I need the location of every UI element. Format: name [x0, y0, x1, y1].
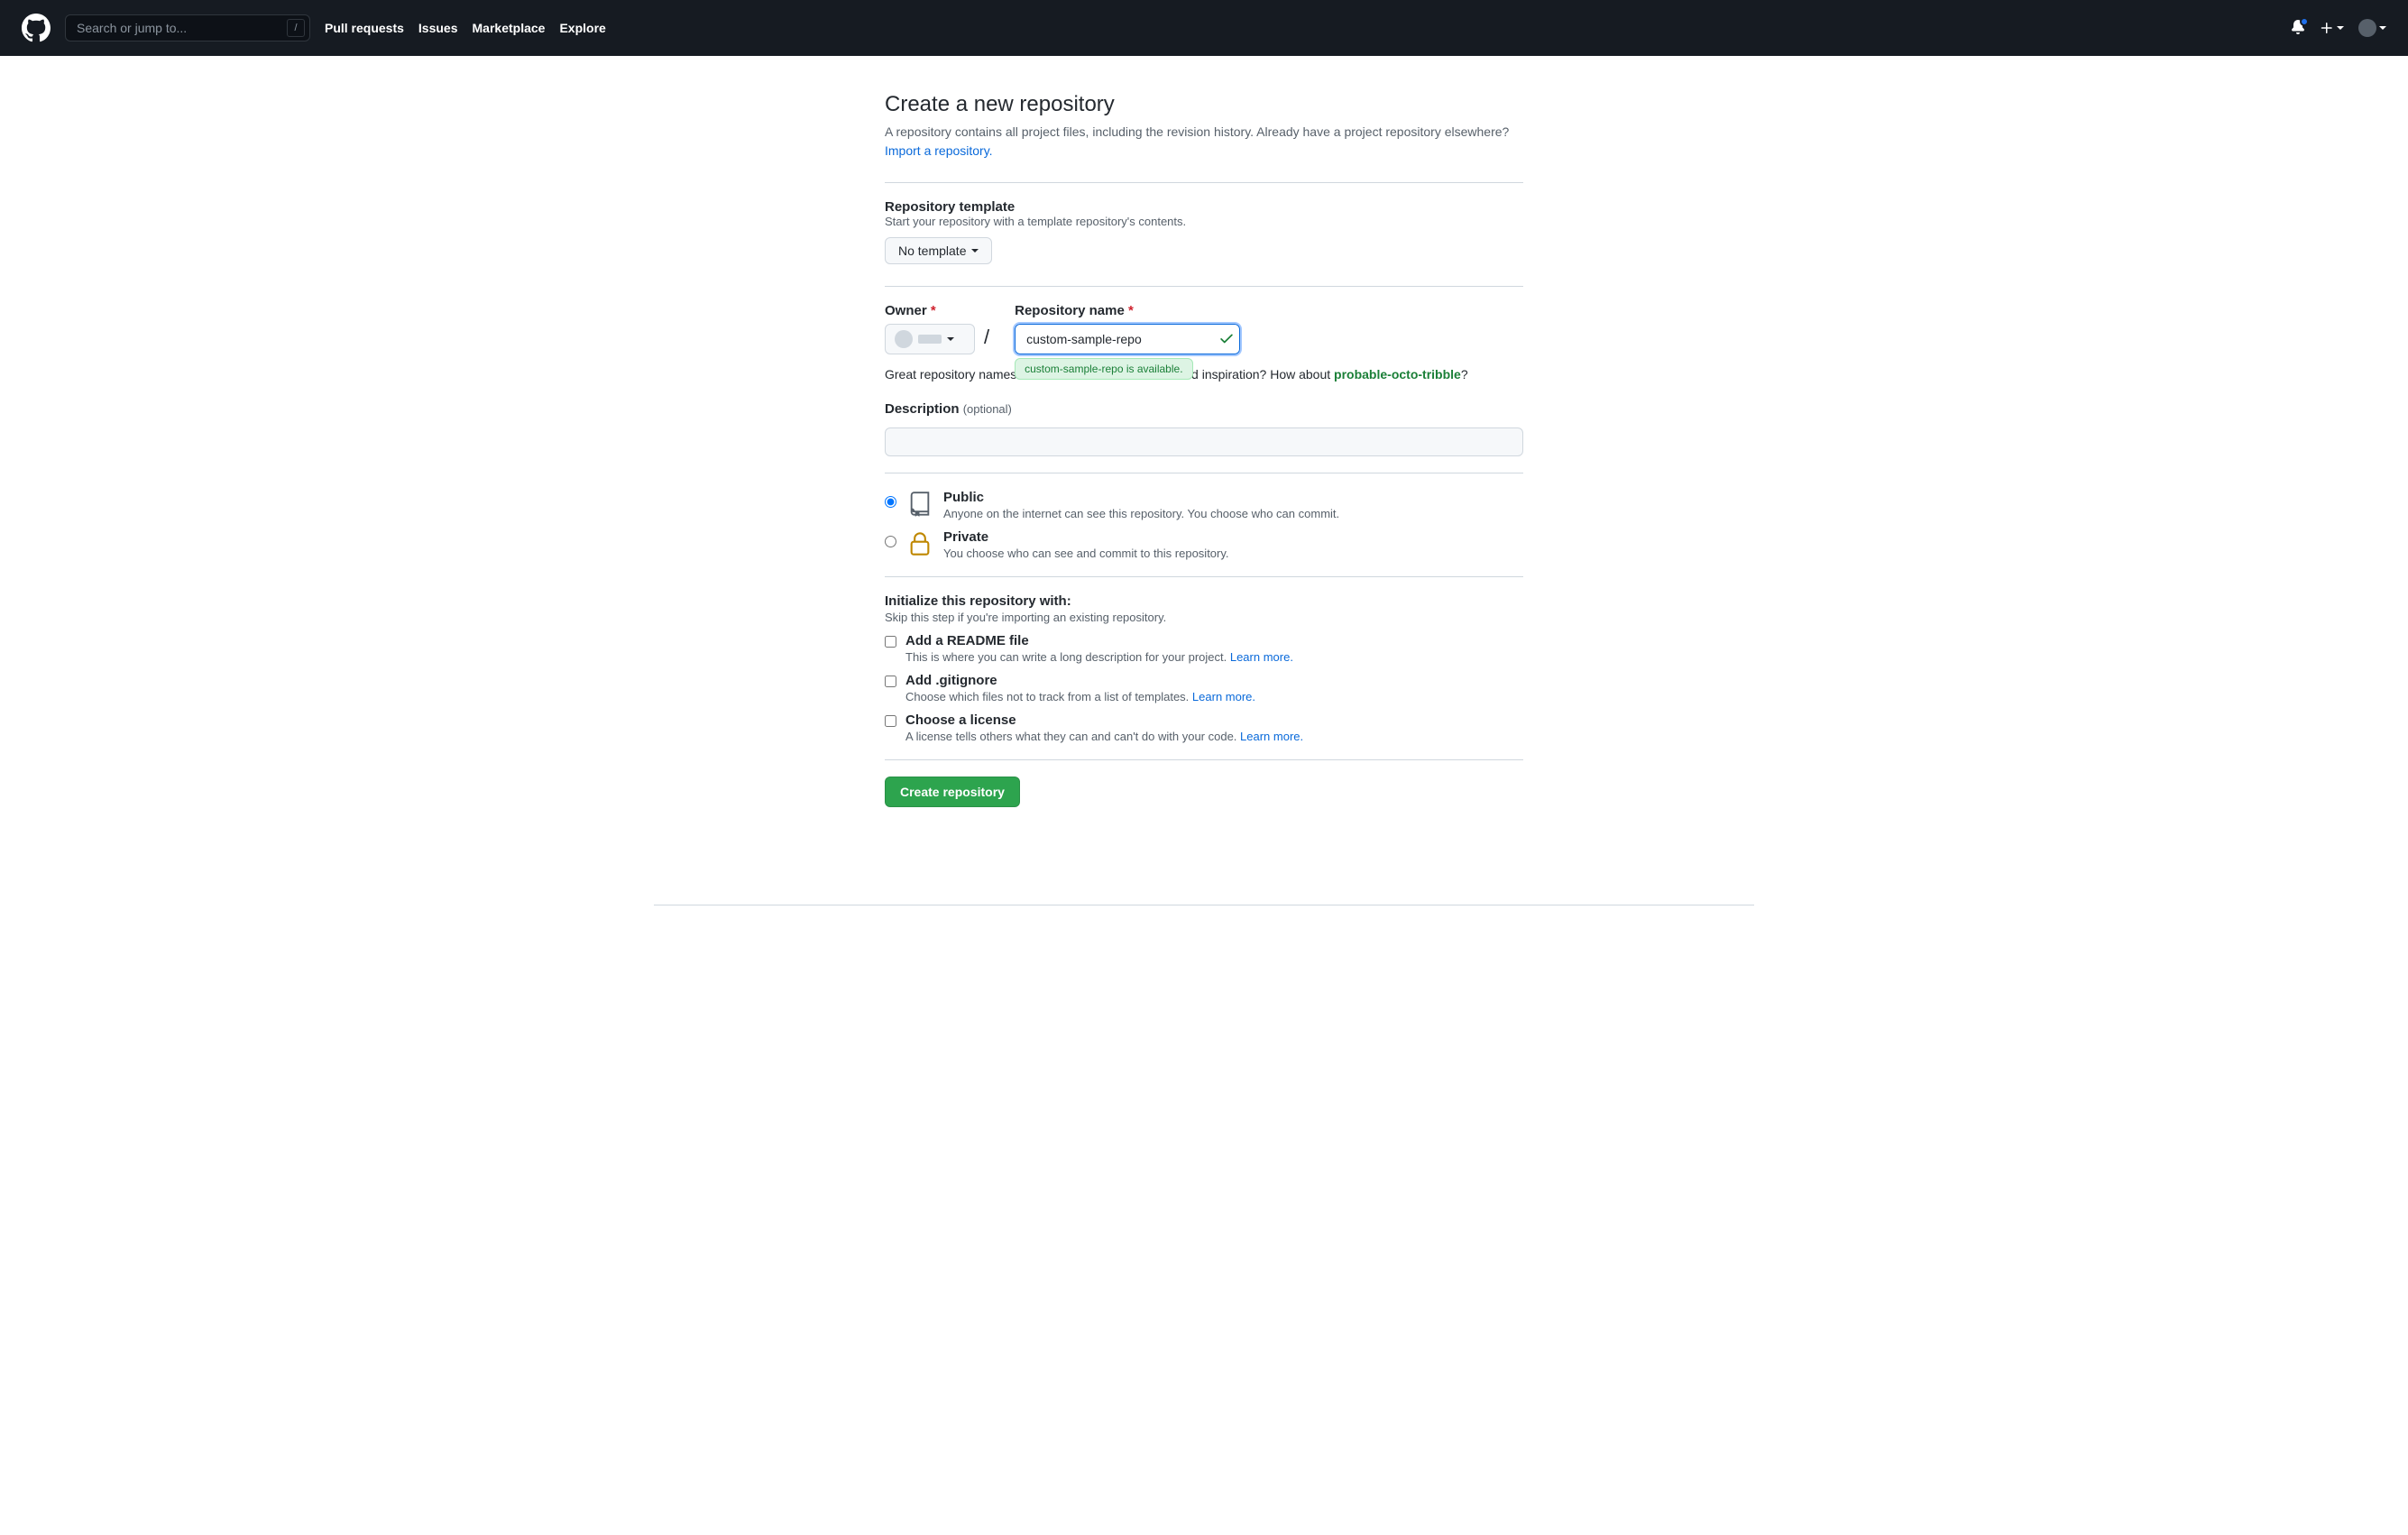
page-subtitle-text: A repository contains all project files,…	[885, 124, 1509, 139]
notifications-button[interactable]	[2291, 20, 2305, 37]
page-subtitle: A repository contains all project files,…	[885, 123, 1523, 161]
repo-name-label: Repository name *	[1015, 303, 1240, 318]
visibility-public-desc: Anyone on the internet can see this repo…	[943, 507, 1339, 520]
visibility-private-radio[interactable]	[885, 536, 896, 547]
init-gitignore-row: Add .gitignore Choose which files not to…	[885, 673, 1523, 703]
init-section-skip: Skip this step if you're importing an ex…	[885, 611, 1523, 624]
main-content: Create a new repository A repository con…	[870, 56, 1538, 861]
visibility-public-radio[interactable]	[885, 496, 896, 508]
divider	[885, 182, 1523, 183]
required-star: *	[1128, 303, 1134, 318]
check-icon	[1218, 330, 1235, 346]
template-section-title: Repository template	[885, 199, 1523, 215]
init-license-learn-more[interactable]: Learn more.	[1240, 730, 1303, 743]
description-label: Description (optional)	[885, 401, 1523, 417]
search-box: /	[65, 14, 310, 41]
caret-down-icon	[2379, 26, 2386, 30]
description-field: Description (optional)	[885, 401, 1523, 456]
description-input[interactable]	[885, 427, 1523, 456]
caret-down-icon	[971, 249, 979, 253]
notification-indicator-dot	[2300, 17, 2309, 26]
owner-name-row: Owner * / Repository name *	[885, 303, 1523, 354]
divider	[885, 576, 1523, 577]
github-logo-icon[interactable]	[22, 14, 51, 42]
required-star: *	[931, 303, 936, 318]
create-repository-button[interactable]: Create repository	[885, 777, 1020, 807]
init-readme-checkbox[interactable]	[885, 636, 896, 648]
init-license-title: Choose a license	[905, 712, 1303, 728]
init-license-desc: A license tells others what they can and…	[905, 730, 1303, 743]
user-avatar	[2358, 19, 2376, 37]
init-gitignore-desc: Choose which files not to track from a l…	[905, 690, 1255, 703]
inspiration-q: ?	[1461, 367, 1468, 381]
init-gitignore-title: Add .gitignore	[905, 673, 1255, 688]
header-right	[2291, 19, 2386, 37]
init-readme-title: Add a README file	[905, 633, 1293, 648]
init-readme-learn-more[interactable]: Learn more.	[1230, 650, 1293, 664]
user-menu[interactable]	[2358, 19, 2386, 37]
nav-pull-requests[interactable]: Pull requests	[325, 21, 404, 35]
page-title: Create a new repository	[885, 92, 1523, 117]
init-license-checkbox[interactable]	[885, 715, 896, 727]
template-select-button[interactable]: No template	[885, 237, 992, 264]
template-select-label: No template	[898, 244, 966, 258]
init-readme-desc: This is where you can write a long descr…	[905, 650, 1293, 664]
description-label-text: Description	[885, 401, 960, 417]
visibility-public-title: Public	[943, 490, 1339, 505]
owner-select-button[interactable]	[885, 324, 975, 354]
divider	[885, 759, 1523, 760]
lock-icon	[907, 531, 933, 556]
init-readme-row: Add a README file This is where you can …	[885, 633, 1523, 664]
primary-nav: Pull requests Issues Marketplace Explore	[325, 21, 606, 35]
caret-down-icon	[2337, 26, 2344, 30]
import-repository-link[interactable]: Import a repository.	[885, 143, 993, 158]
init-gitignore-learn-more[interactable]: Learn more.	[1192, 690, 1255, 703]
repo-name-field: Repository name * custom-sample-repo is …	[1015, 303, 1240, 354]
visibility-private-row: Private You choose who can see and commi…	[885, 529, 1523, 560]
nav-explore[interactable]: Explore	[559, 21, 605, 35]
owner-name-separator: /	[984, 326, 989, 354]
owner-avatar-placeholder	[895, 330, 913, 348]
visibility-private-desc: You choose who can see and commit to thi…	[943, 547, 1229, 560]
visibility-public-row: Public Anyone on the internet can see th…	[885, 490, 1523, 520]
init-section-title: Initialize this repository with:	[885, 593, 1523, 609]
nav-marketplace[interactable]: Marketplace	[473, 21, 546, 35]
visibility-private-title: Private	[943, 529, 1229, 545]
repo-name-input[interactable]	[1015, 324, 1240, 354]
create-new-menu[interactable]	[2320, 21, 2344, 35]
plus-icon	[2320, 21, 2334, 35]
owner-label: Owner *	[885, 303, 989, 318]
divider	[885, 286, 1523, 287]
description-optional: (optional)	[963, 402, 1012, 416]
owner-field: Owner * /	[885, 303, 989, 354]
init-gitignore-checkbox[interactable]	[885, 676, 896, 687]
owner-name-placeholder	[918, 335, 942, 344]
inspiration-suggestion[interactable]: probable-octo-tribble	[1334, 367, 1461, 381]
init-license-row: Choose a license A license tells others …	[885, 712, 1523, 743]
search-shortcut-key: /	[287, 19, 305, 37]
availability-tooltip: custom-sample-repo is available.	[1015, 358, 1192, 380]
caret-down-icon	[947, 337, 954, 341]
init-readme-desc-text: This is where you can write a long descr…	[905, 650, 1230, 664]
inspiration-text: Great repository names are short and mem…	[885, 367, 1523, 381]
template-section-desc: Start your repository with a template re…	[885, 215, 1523, 228]
repo-icon	[907, 492, 933, 517]
repo-name-label-text: Repository name	[1015, 303, 1125, 318]
nav-issues[interactable]: Issues	[418, 21, 458, 35]
init-license-desc-text: A license tells others what they can and…	[905, 730, 1240, 743]
init-gitignore-desc-text: Choose which files not to track from a l…	[905, 690, 1192, 703]
owner-label-text: Owner	[885, 303, 927, 318]
global-header: / Pull requests Issues Marketplace Explo…	[0, 0, 2408, 56]
search-input[interactable]	[65, 14, 310, 41]
